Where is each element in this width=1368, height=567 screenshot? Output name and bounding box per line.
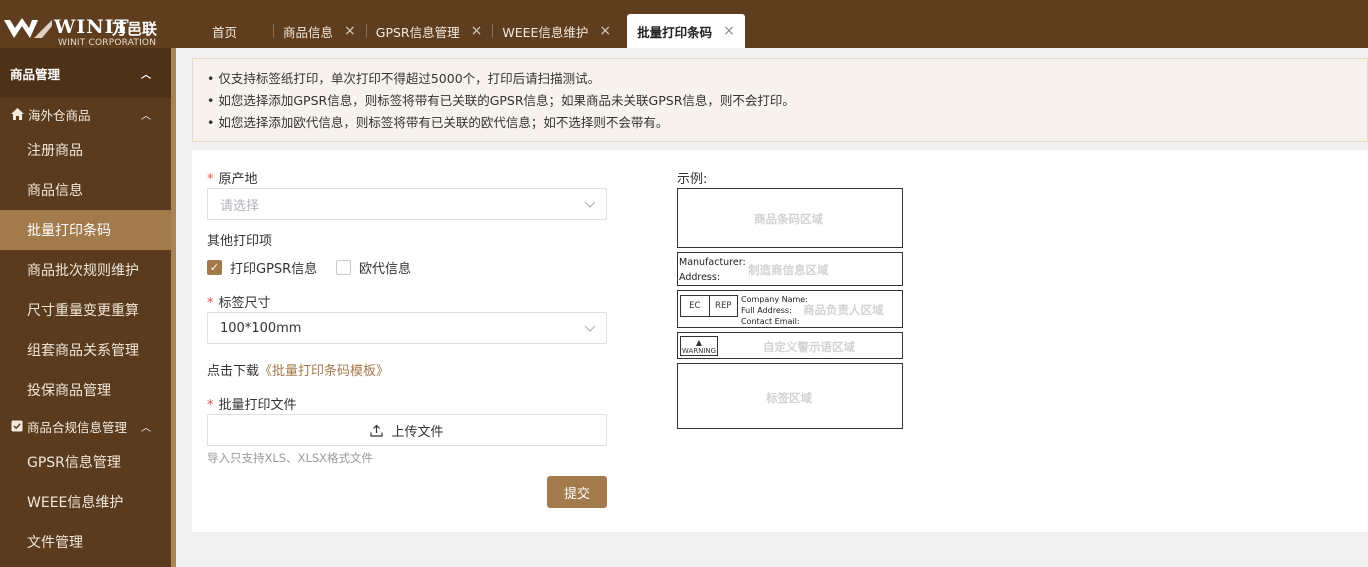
example-barcode-area: 商品条码区域 xyxy=(677,188,903,248)
checkbox-checked-icon: ✓ xyxy=(207,260,222,275)
tab-weee[interactable]: WEEE信息维护 × xyxy=(492,14,627,48)
example-label-area: 标签区域 xyxy=(677,363,903,429)
home-icon xyxy=(11,108,24,120)
sidebar-item-register[interactable]: 注册商品 xyxy=(0,130,171,170)
check-square-icon xyxy=(11,420,23,432)
close-icon[interactable]: × xyxy=(599,23,611,39)
brand-name-cn: 万邑联 xyxy=(112,20,158,38)
chevron-down-icon xyxy=(584,325,596,332)
sidebar-item-weee[interactable]: WEEE信息维护 xyxy=(0,482,171,522)
eu-rep-checkbox[interactable]: 欧代信息 xyxy=(336,258,411,277)
tab-gpsr[interactable]: GPSR信息管理 × xyxy=(365,14,493,48)
sidebar-section-compliance[interactable]: 商品合规信息管理 ︿ xyxy=(0,410,171,442)
close-icon[interactable]: × xyxy=(723,23,735,39)
sidebar-item-insured[interactable]: 投保商品管理 xyxy=(0,370,171,410)
chevron-up-icon: ︿ xyxy=(141,110,151,122)
close-icon[interactable]: × xyxy=(471,23,483,39)
brand-logo[interactable]: WINIT 万邑联 WINIT CORPORATION xyxy=(4,12,164,48)
sidebar-item-files[interactable]: 文件管理 xyxy=(0,522,171,562)
ec-rep-icon: EC REP xyxy=(680,295,738,317)
sidebar-edge xyxy=(171,48,176,567)
upload-button[interactable]: 上传文件 xyxy=(207,414,607,446)
sidebar-item-size-weight[interactable]: 尺寸重量变更重算 xyxy=(0,290,171,330)
warning-icon: ▲ WARNING xyxy=(680,336,718,356)
origin-label: * 原产地 xyxy=(207,172,258,187)
chevron-down-icon xyxy=(584,201,596,208)
notice-line: • 如您选择添加欧代信息，则标签将带有已关联的欧代信息；如不选择则不会带有。 xyxy=(207,115,669,130)
download-text: 点击下载《批量打印条码模板》 xyxy=(207,364,390,379)
submit-button[interactable]: 提交 xyxy=(547,476,607,508)
example-warning-area: ▲ WARNING 自定义警示语区域 xyxy=(677,332,903,359)
sidebar-item-batch-rules[interactable]: 商品批次规则维护 xyxy=(0,250,171,290)
brand-corp: WINIT CORPORATION xyxy=(58,38,157,48)
tab-product-info[interactable]: 商品信息 × xyxy=(273,14,366,48)
example-title: 示例: xyxy=(677,172,708,187)
upload-icon xyxy=(370,424,384,437)
form-panel: * 原产地 请选择 其他打印项 ✓ 打印GPSR信息 欧代信息 * 标签尺寸 100… xyxy=(192,150,1368,532)
chevron-up-icon: ︿ xyxy=(141,422,151,434)
winit-logo-icon xyxy=(4,18,52,38)
notice-line: • 仅支持标签纸打印，单次打印不得超过5000个，打印后请扫描测试。 xyxy=(207,71,601,86)
size-select[interactable]: 100*100mm xyxy=(207,312,607,344)
notice-line: • 如您选择添加GPSR信息，则标签将带有已关联的GPSR信息；如果商品未关联G… xyxy=(207,93,795,108)
gpsr-checkbox[interactable]: ✓ 打印GPSR信息 xyxy=(207,258,317,277)
chevron-up-icon: ︿ xyxy=(141,69,151,81)
file-label: * 批量打印文件 xyxy=(207,398,297,413)
tab-home[interactable]: 首页 xyxy=(192,14,273,48)
example-manufacturer-area: Manufacturer: Address: 制造商信息区域 xyxy=(677,252,903,286)
size-label: * 标签尺寸 xyxy=(207,296,271,311)
sidebar-section-overseas[interactable]: 海外仓商品 ︿ xyxy=(0,98,171,130)
sidebar: 商品管理 ︿ 海外仓商品 ︿ 注册商品 商品信息 批量打印条码 商品批次规则维护… xyxy=(0,48,171,567)
close-icon[interactable]: × xyxy=(344,23,356,39)
sidebar-item-batch-print[interactable]: 批量打印条码 xyxy=(0,210,171,250)
other-print-label: 其他打印项 xyxy=(207,234,273,249)
upload-hint: 导入只支持XLS、XLSX格式文件 xyxy=(207,451,374,465)
example-responsible-area: EC REP Company Name: Full Address: Contac… xyxy=(677,290,903,328)
top-bar: WINIT 万邑联 WINIT CORPORATION 首页 商品信息 × GP… xyxy=(0,0,1368,48)
sidebar-group-product-management[interactable]: 商品管理 ︿ xyxy=(0,48,171,98)
checkbox-unchecked-icon xyxy=(336,260,351,275)
template-download-link[interactable]: 《批量打印条码模板》 xyxy=(259,364,389,379)
sidebar-item-gpsr[interactable]: GPSR信息管理 xyxy=(0,442,171,482)
tab-batch-print[interactable]: 批量打印条码 × xyxy=(627,14,745,48)
notice-box: • 仅支持标签纸打印，单次打印不得超过5000个，打印后请扫描测试。 • 如您选… xyxy=(192,58,1368,142)
tab-bar: 首页 商品信息 × GPSR信息管理 × WEEE信息维护 × 批量打印条码 × xyxy=(192,14,745,48)
sidebar-item-bundle[interactable]: 组套商品关系管理 xyxy=(0,330,171,370)
origin-select[interactable]: 请选择 xyxy=(207,188,607,220)
sidebar-item-product-info[interactable]: 商品信息 xyxy=(0,170,171,210)
